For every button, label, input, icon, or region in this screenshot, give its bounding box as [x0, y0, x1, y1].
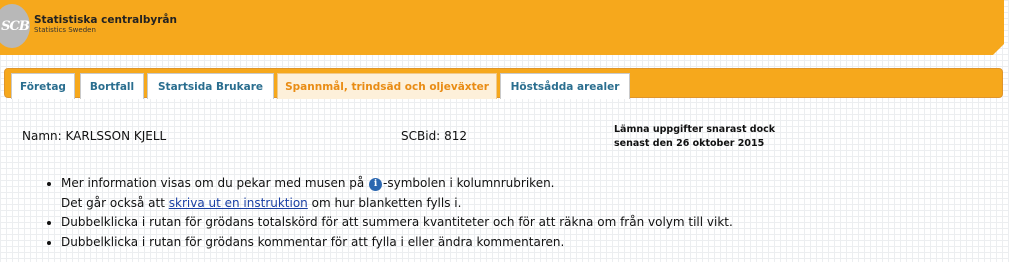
deadline-notice: Lämna uppgifter snarast dock senast den …	[614, 123, 775, 151]
instruction-text: Mer information visas om du pekar med mu…	[61, 176, 369, 190]
logo-text: SCB	[1, 18, 30, 34]
tab-hostsadda-arealer[interactable]: Höstsådda arealer	[500, 73, 630, 99]
scbid-value: 812	[444, 129, 467, 143]
print-instruction-link[interactable]: skriva ut en instruktion	[169, 196, 308, 210]
instruction-text: Det går också att	[61, 195, 169, 210]
tab-bar: Företag Bortfall Startsida Brukare Spann…	[4, 68, 1003, 99]
tab-bortfall[interactable]: Bortfall	[80, 73, 144, 99]
deadline-line-2: senast den 26 oktober 2015	[614, 138, 765, 149]
scbid-label: SCBid:	[401, 129, 441, 143]
tab-spannmal[interactable]: Spannmål, trindsäd och oljeväxter	[277, 73, 497, 99]
tab-startsida-brukare[interactable]: Startsida Brukare	[147, 73, 274, 99]
deadline-line-1: Lämna uppgifter snarast dock	[614, 124, 776, 135]
name-value: KARLSSON KJELL	[65, 129, 167, 143]
info-icon: i	[369, 178, 383, 191]
list-item: Dubbelklicka i rutan för grödans komment…	[61, 233, 733, 253]
scb-logo[interactable]: SCB	[0, 4, 30, 48]
list-item: Dubbelklicka i rutan för grödans totalsk…	[61, 213, 733, 233]
respondent-name: Namn: KARLSSON KJELL	[22, 129, 166, 143]
respondent-scbid: SCBid: 812	[401, 129, 467, 143]
org-name: Statistiska centralbyrån	[34, 14, 177, 26]
list-item: Mer information visas om du pekar med mu…	[61, 174, 733, 213]
instruction-text: om hur blanketten fylls i.	[307, 195, 462, 210]
site-header: SCB Statistiska centralbyrån Statistics …	[0, 0, 1004, 55]
tab-foretag[interactable]: Företag	[11, 73, 75, 99]
name-label: Namn:	[22, 129, 62, 143]
instructions-list: Mer information visas om du pekar med mu…	[40, 174, 733, 252]
instruction-text: -symbolen i kolumnrubriken.	[383, 176, 555, 190]
org-subtitle: Statistics Sweden	[34, 26, 96, 34]
